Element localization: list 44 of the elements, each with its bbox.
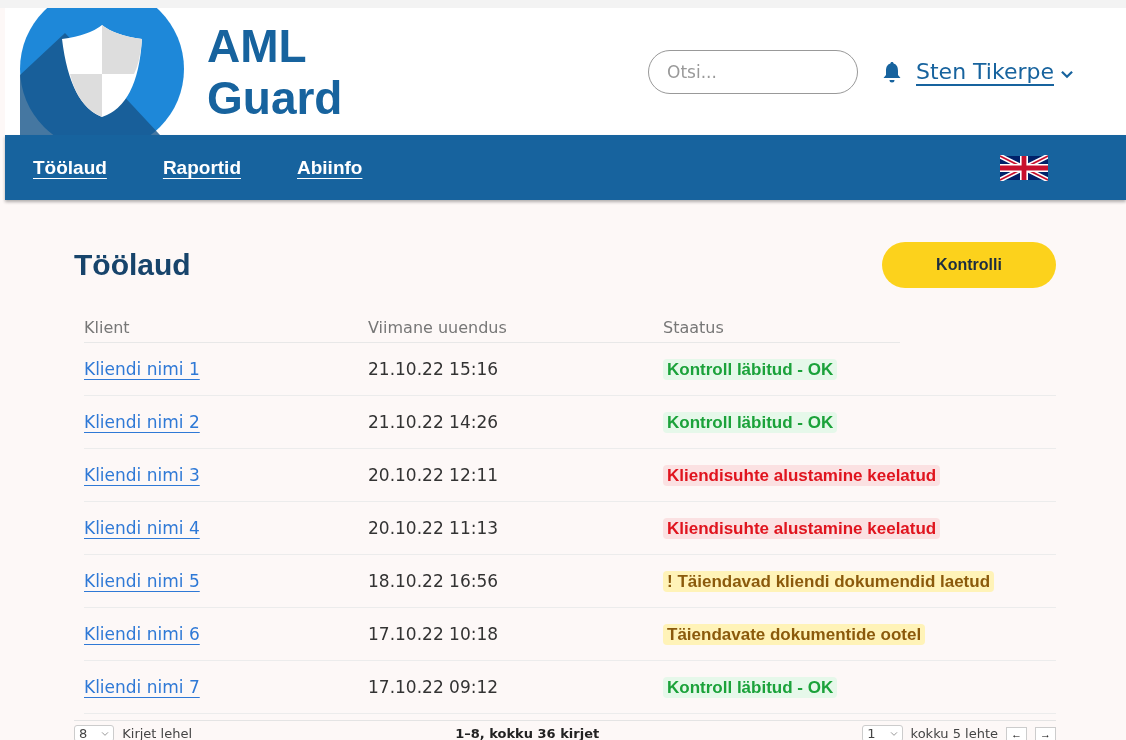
nav-link[interactable]: Töölaud xyxy=(33,156,107,179)
search-field[interactable]: Otsi... xyxy=(648,49,858,94)
client-link[interactable]: Kliendi nimi 5 xyxy=(84,571,368,591)
page-count-label: kokku 5 lehte xyxy=(910,726,998,740)
table-cell-text: 21.10.22 15:16 xyxy=(368,359,500,379)
previous-page-button[interactable]: ← xyxy=(1006,726,1027,740)
chevron-down-icon xyxy=(101,730,110,737)
page-size-label: Kirjet lehel xyxy=(122,726,193,740)
table-cell-text: 20.10.22 12:11 xyxy=(368,465,500,485)
table-cell-text: 20.10.22 11:13 xyxy=(368,518,500,538)
nav-link[interactable]: Raportid xyxy=(162,156,241,179)
page-select[interactable]: 1 xyxy=(862,725,903,740)
chevron-down-icon xyxy=(889,730,898,737)
brand-name: Guard xyxy=(207,71,343,124)
status-label: Täiendavate dokumentide ootel xyxy=(663,623,926,645)
status-label: Kliendisuhte alustamine keelatud xyxy=(663,517,941,539)
column-header: Klient xyxy=(84,317,131,337)
client-link[interactable]: Kliendi nimi 6 xyxy=(84,624,368,644)
brand-name: AML xyxy=(207,19,308,72)
client-link[interactable]: Kliendi nimi 7 xyxy=(84,677,368,697)
chevron-down-icon[interactable] xyxy=(1060,70,1074,79)
next-page-button[interactable]: → xyxy=(1035,726,1056,740)
uk-flag-icon[interactable] xyxy=(1000,154,1048,181)
table-cell-text: 21.10.22 14:26 xyxy=(368,412,500,432)
status-label: Kliendisuhte alustamine keelatud xyxy=(663,464,941,486)
client-link[interactable]: Kliendi nimi 1 xyxy=(84,359,368,379)
user-menu-link[interactable]: Sten Tikerpe xyxy=(916,59,1054,84)
column-header: Staatus xyxy=(663,317,725,337)
table-cell-text: 18.10.22 16:56 xyxy=(368,571,500,591)
table-cell-text: 17.10.22 10:18 xyxy=(368,624,500,644)
page-size-select[interactable]: 8 xyxy=(74,725,115,740)
status-label: Kontroll läbitud - OK xyxy=(663,676,838,698)
client-link[interactable]: Kliendi nimi 2 xyxy=(84,412,368,432)
status-label: ! Täiendavad kliendi dokumendid laetud xyxy=(663,570,995,592)
page-title: Töölaud xyxy=(74,248,191,282)
status-label: Kontroll läbitud - OK xyxy=(663,358,838,380)
column-header: Viimane uuendus xyxy=(368,317,508,337)
status-label: Kontroll läbitud - OK xyxy=(663,411,838,433)
client-link[interactable]: Kliendi nimi 4 xyxy=(84,518,368,538)
record-range: 1–8, kokku 36 kirjet xyxy=(455,726,600,740)
nav-link[interactable]: Abiinfo xyxy=(297,156,363,179)
check-button[interactable]: Kontrolli xyxy=(882,242,1056,288)
client-link[interactable]: Kliendi nimi 3 xyxy=(84,465,368,485)
table-cell-text: 17.10.22 09:12 xyxy=(368,677,500,697)
